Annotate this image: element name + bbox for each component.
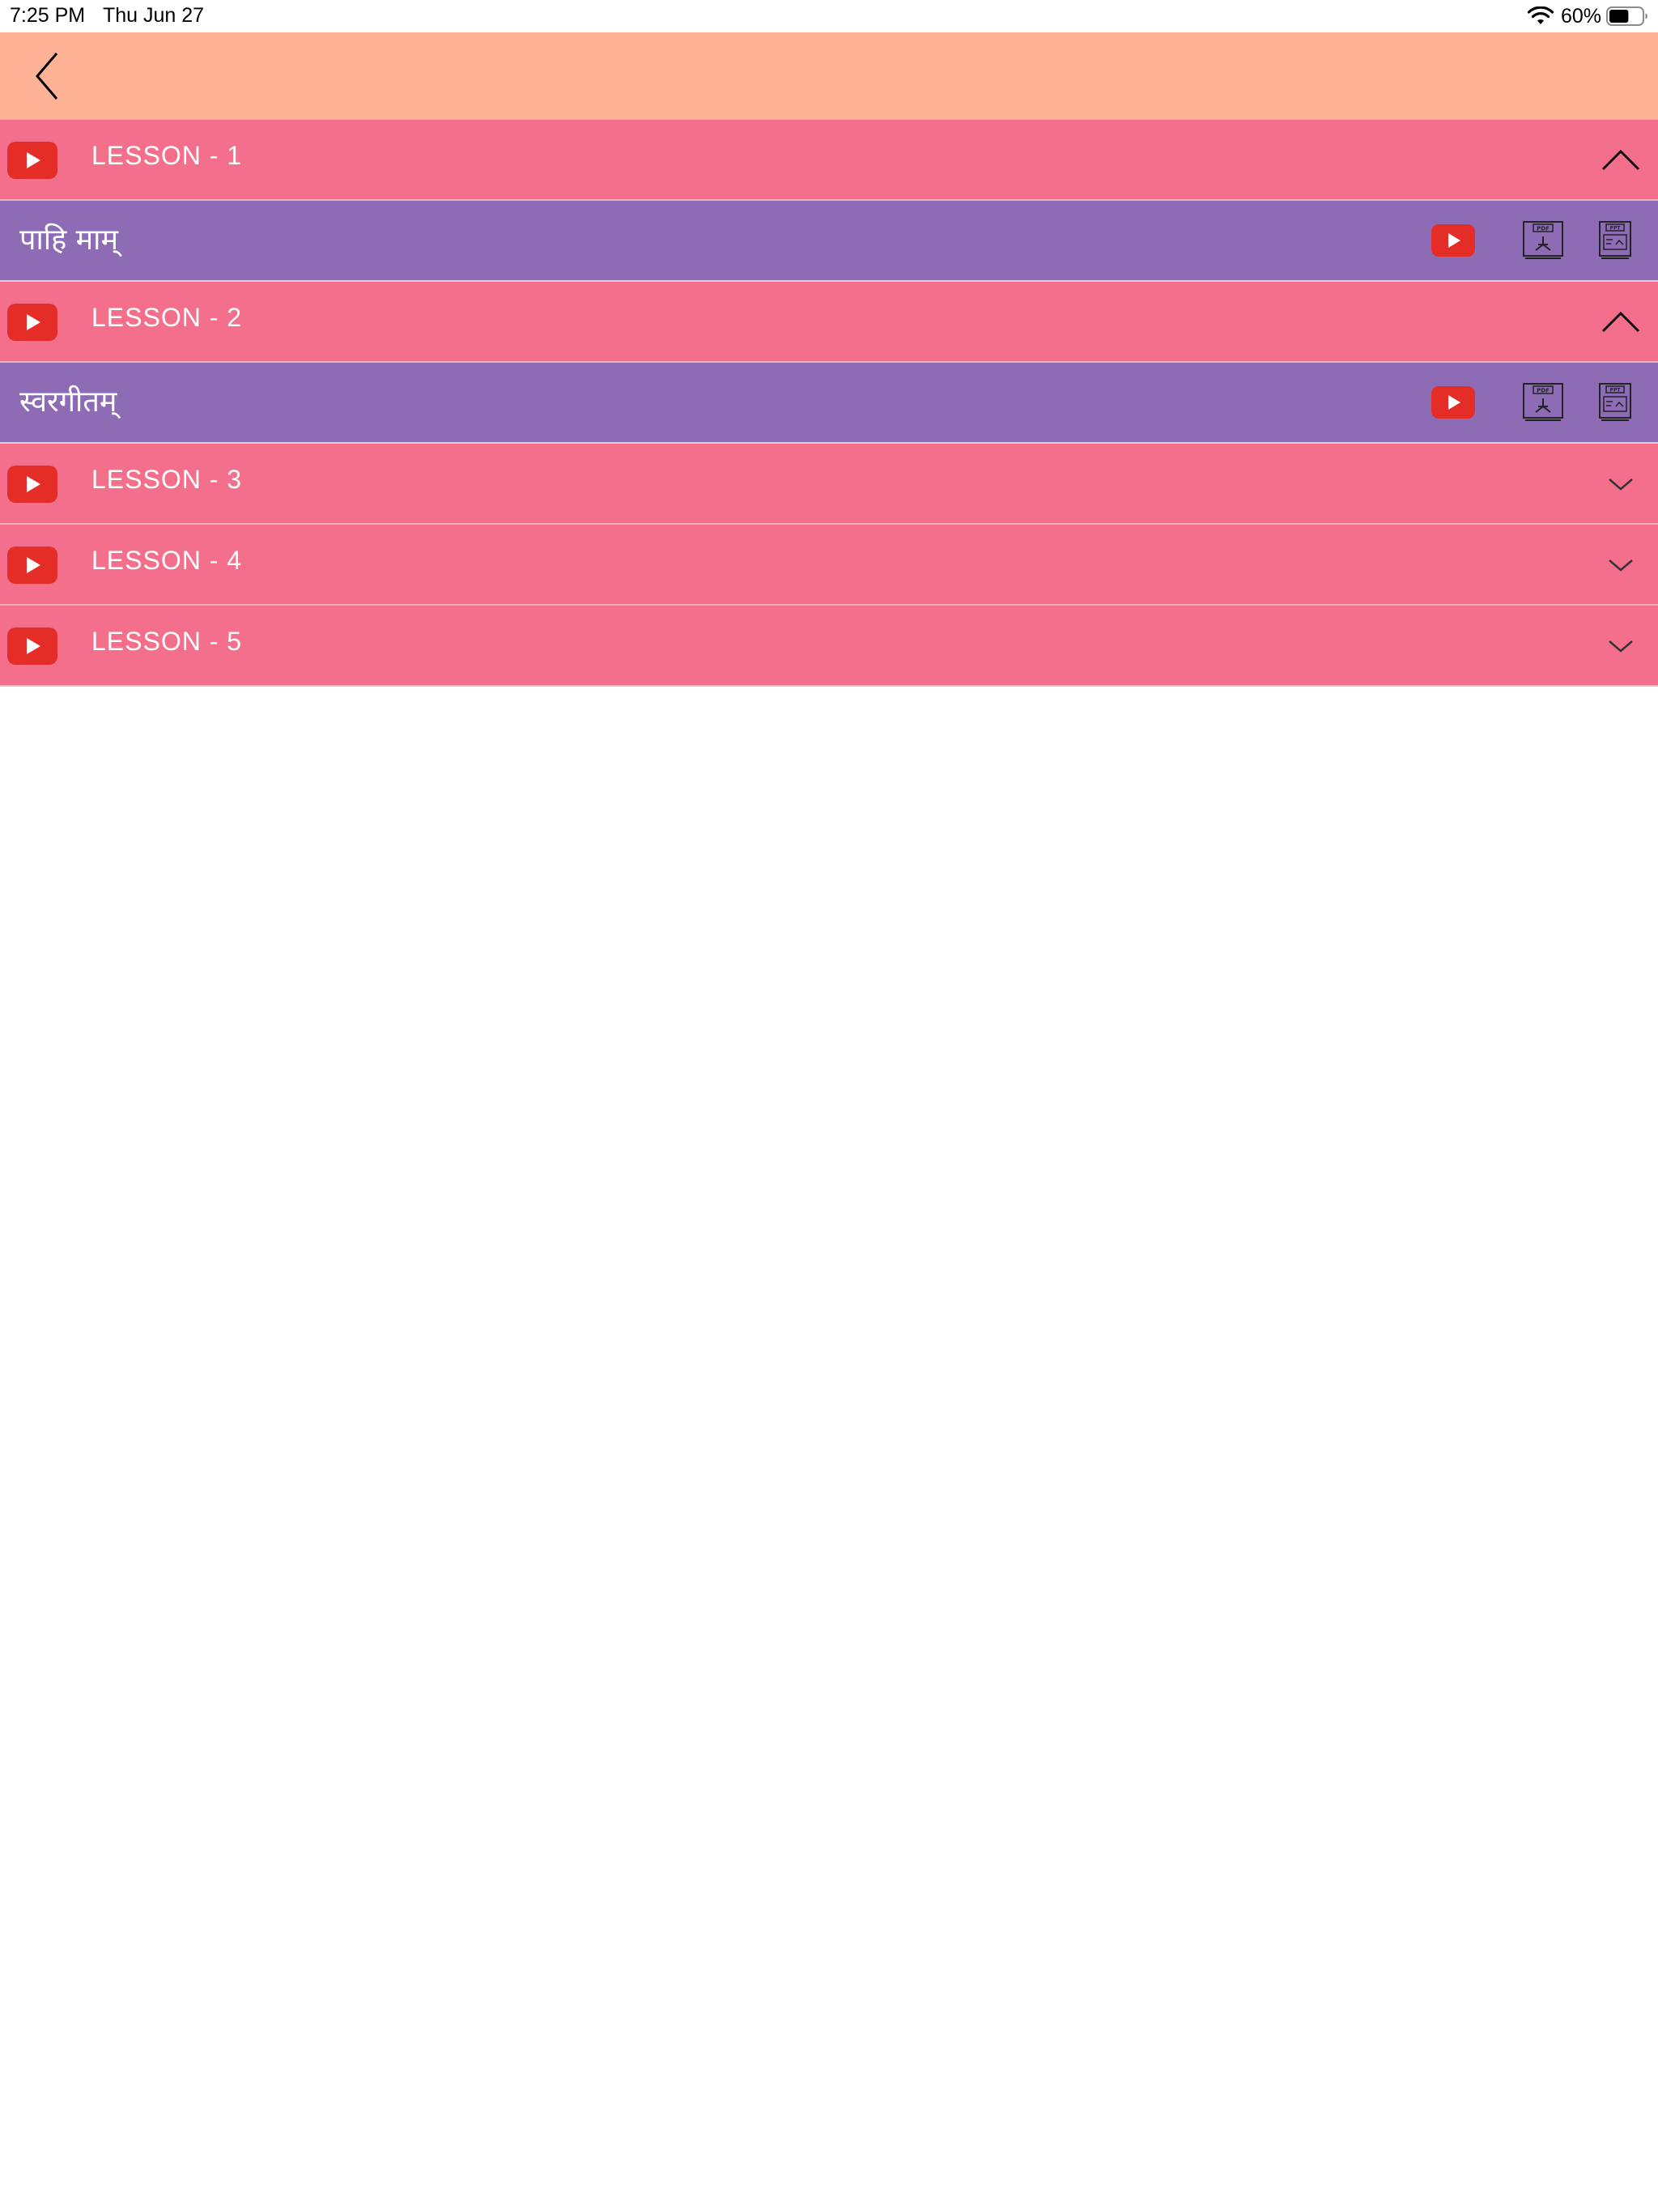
svg-text:PDF: PDF [1537,226,1550,232]
chevron-down-icon[interactable] [1601,468,1640,499]
ppt-icon[interactable]: PPT [1598,220,1632,261]
youtube-icon[interactable] [7,547,57,584]
lesson-title: LESSON - 5 [91,627,243,656]
lesson-title: LESSON - 4 [91,546,243,575]
status-indicators: 60% [1527,3,1648,29]
pdf-icon[interactable]: PDF [1522,382,1564,423]
lesson-title: LESSON - 2 [91,303,243,332]
pdf-icon[interactable]: PDF [1522,220,1564,261]
status-time: 7:25 PM [10,4,86,27]
lesson-title: LESSON - 1 [91,141,243,170]
battery-icon [1606,6,1648,27]
lesson-row-1[interactable]: LESSON - 1 [0,120,1658,201]
chevron-down-icon[interactable] [1601,549,1640,580]
wifi-icon [1527,6,1554,26]
lesson-item-title: पाहि माम् [19,223,119,257]
battery-percentage: 60% [1560,4,1601,28]
chevron-left-icon [36,53,58,100]
svg-text:PPT: PPT [1610,226,1622,232]
lesson-row-2[interactable]: LESSON - 2 [0,282,1658,363]
nav-bar [0,32,1658,120]
ppt-icon[interactable]: PPT [1598,382,1632,423]
lesson-list: LESSON - 1 पाहि माम् PDF PPT LESSON - 2 … [0,120,1658,687]
status-bar: 7:25 PM Thu Jun 27 60% [0,0,1658,32]
lesson-item-title: स्वरगीतम् [19,385,117,419]
chevron-up-icon[interactable] [1601,144,1640,175]
lesson-item-row[interactable]: स्वरगीतम् PDF PPT [0,363,1658,444]
status-date: Thu Jun 27 [103,4,205,27]
lesson-row-4[interactable]: LESSON - 4 [0,525,1658,606]
youtube-icon[interactable] [1431,386,1475,419]
lesson-row-3[interactable]: LESSON - 3 [0,444,1658,525]
chevron-up-icon[interactable] [1601,306,1640,337]
chevron-down-icon[interactable] [1601,630,1640,661]
lesson-row-5[interactable]: LESSON - 5 [0,606,1658,687]
lesson-title: LESSON - 3 [91,465,243,494]
youtube-icon[interactable] [7,466,57,503]
youtube-icon[interactable] [1431,224,1475,257]
svg-text:PDF: PDF [1537,388,1550,394]
youtube-icon[interactable] [7,304,57,341]
svg-text:PPT: PPT [1610,388,1622,393]
lesson-item-row[interactable]: पाहि माम् PDF PPT [0,201,1658,282]
youtube-icon[interactable] [7,142,57,179]
youtube-icon[interactable] [7,627,57,665]
back-button[interactable] [23,47,74,105]
